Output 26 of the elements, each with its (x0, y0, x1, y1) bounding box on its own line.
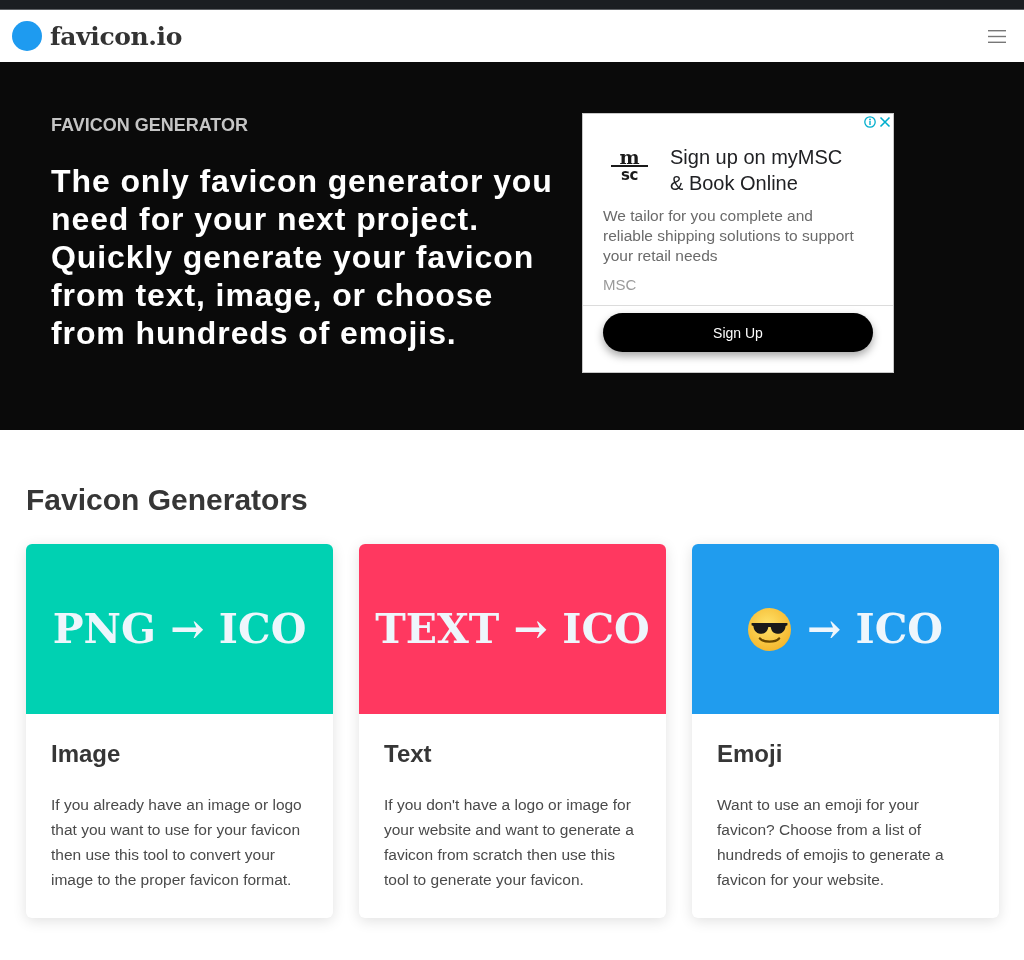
sunglasses-face-icon (747, 607, 791, 651)
sign-up-button[interactable]: Sign Up (603, 313, 873, 352)
card-title: Text (384, 739, 433, 769)
menu-icon[interactable] (988, 29, 1006, 43)
hero-headline: The only favicon generator you need for your next project. Quickly generate your favicon from text, image, or choose from hundreds of emojis. (51, 162, 554, 352)
card-title: Image (51, 739, 122, 769)
generator-card[interactable]: PNG → ICO Image If you already have an image or logo that you want to use for your favicon then use this tool to convert your image to the proper favicon format. (26, 544, 333, 918)
info-icon[interactable] (864, 116, 876, 128)
generator-card[interactable]: TEXT → ICO Text If you don't have a logo or image for your website and want to generate a favicon from scratch then use this tool to generate your favicon. (359, 544, 666, 918)
site-name-link[interactable]: favicon.io (50, 21, 182, 51)
ad-advertiser: MSC (602, 275, 638, 295)
card-description: If you don't have a logo or image for your website and want to generate a favicon from scratch then use this tool to generate your favicon. (384, 795, 635, 890)
banner-label: → ICO (806, 605, 944, 653)
generator-card[interactable]: → ICO Emoji Want to use an emoji for your favicon? Choose from a list of hundreds of emojis to generate a favicon for your website. (692, 544, 999, 918)
ad-description: We tailor for you complete and reliable shipping solutions to support your retail needs (602, 206, 855, 266)
card-description: If you already have an image or logo that you want to use for your favicon then use this tool to convert your image to the proper favicon format. (51, 795, 303, 890)
section-heading: Favicon Generators (26, 482, 309, 518)
card-description: Want to use an emoji for your favicon? Choose from a list of hundreds of emojis to generate a favicon for your website. (717, 795, 945, 890)
banner-label: PNG → ICO (52, 605, 307, 653)
hero-eyebrow: FAVICON GENERATOR (51, 114, 249, 137)
card-title: Emoji (717, 739, 784, 769)
brand-logo: m sc (611, 150, 648, 196)
close-icon[interactable] (879, 116, 891, 128)
ad-title[interactable]: Sign up on myMSC & Book Online (670, 144, 852, 196)
banner-label: TEXT → ICO (375, 605, 650, 653)
logo-icon[interactable] (12, 21, 42, 51)
